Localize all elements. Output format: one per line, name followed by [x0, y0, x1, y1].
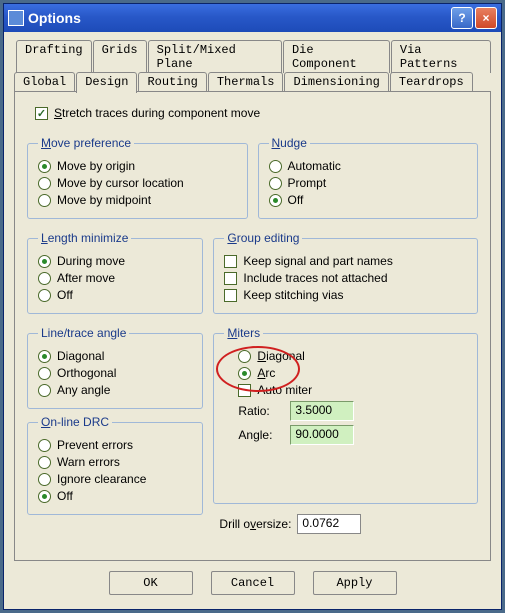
radio-drc-ignore[interactable]: Ignore clearance	[38, 472, 192, 486]
radio-nudge-off[interactable]: Off	[269, 193, 468, 207]
miters-legend: Miters	[224, 326, 263, 340]
tabs: Drafting Grids Split/Mixed Plane Die Com…	[14, 40, 491, 561]
radio-angle-any[interactable]: Any angle	[38, 383, 192, 397]
app-icon	[8, 10, 24, 26]
line-trace-angle-legend: Line/trace angle	[38, 326, 129, 340]
group-editing-legend: Group editing	[224, 231, 302, 245]
nudge-legend: Nudge	[269, 136, 310, 150]
move-preference-group: Move preference Move by origin Move by c…	[27, 136, 248, 219]
radio-len-during[interactable]: During move	[38, 254, 192, 268]
radio-move-by-origin[interactable]: Move by origin	[38, 159, 237, 173]
ratio-input[interactable]: 3.5000	[290, 401, 354, 421]
check-icon: ✓	[35, 107, 48, 120]
chk-keep-signal-names[interactable]: ✓Keep signal and part names	[224, 254, 467, 268]
radio-angle-orthogonal[interactable]: Orthogonal	[38, 366, 192, 380]
group-editing-group: Group editing ✓Keep signal and part name…	[213, 231, 478, 314]
window-title: Options	[28, 10, 451, 26]
online-drc-legend: On-line DRC	[38, 415, 112, 429]
radio-nudge-prompt[interactable]: Prompt	[269, 176, 468, 190]
tab-split-mixed-plane[interactable]: Split/Mixed Plane	[148, 40, 282, 73]
tab-design[interactable]: Design	[76, 72, 137, 93]
radio-move-by-cursor[interactable]: Move by cursor location	[38, 176, 237, 190]
angle-label: Angle:	[238, 428, 282, 442]
tab-panel-design: ✓ Stretch traces during component move M…	[14, 91, 491, 561]
line-trace-angle-group: Line/trace angle Diagonal Orthogonal Any…	[27, 326, 203, 409]
miters-group: Miters Diagonal Arc ✓Auto miter Ratio: 3…	[213, 326, 478, 504]
stretch-traces-checkbox[interactable]: ✓ Stretch traces during component move	[35, 106, 478, 120]
options-window: Options ? × Drafting Grids Split/Mixed P…	[3, 3, 502, 610]
tab-drafting[interactable]: Drafting	[16, 40, 92, 73]
radio-len-off[interactable]: Off	[38, 288, 192, 302]
drill-oversize-input[interactable]: 0.0762	[297, 514, 361, 534]
tab-global[interactable]: Global	[14, 72, 75, 91]
chk-keep-stitching-vias[interactable]: ✓Keep stitching vias	[224, 288, 467, 302]
ok-button[interactable]: OK	[109, 571, 193, 595]
radio-miters-diagonal[interactable]: Diagonal	[238, 349, 467, 363]
ratio-label: Ratio:	[238, 404, 282, 418]
apply-button[interactable]: Apply	[313, 571, 397, 595]
length-minimize-legend: Length minimize	[38, 231, 131, 245]
chk-include-traces[interactable]: ✓Include traces not attached	[224, 271, 467, 285]
radio-drc-off[interactable]: Off	[38, 489, 192, 503]
tab-grids[interactable]: Grids	[93, 40, 147, 73]
nudge-group: Nudge Automatic Prompt Off	[258, 136, 479, 219]
tab-routing[interactable]: Routing	[138, 72, 206, 91]
online-drc-group: On-line DRC Prevent errors Warn errors I…	[27, 415, 203, 515]
tab-dimensioning[interactable]: Dimensioning	[284, 72, 388, 91]
radio-len-after[interactable]: After move	[38, 271, 192, 285]
tab-thermals[interactable]: Thermals	[208, 72, 284, 91]
close-button[interactable]: ×	[475, 7, 497, 29]
tab-teardrops[interactable]: Teardrops	[390, 72, 473, 91]
titlebar: Options ? ×	[4, 4, 501, 32]
radio-miters-arc[interactable]: Arc	[238, 366, 467, 380]
radio-move-by-midpoint[interactable]: Move by midpoint	[38, 193, 237, 207]
help-button[interactable]: ?	[451, 7, 473, 29]
radio-drc-prevent[interactable]: Prevent errors	[38, 438, 192, 452]
drill-oversize-label: Drill oversize:	[219, 517, 291, 531]
radio-angle-diagonal[interactable]: Diagonal	[38, 349, 192, 363]
button-bar: OK Cancel Apply	[14, 561, 491, 599]
move-preference-legend: Move preference	[38, 136, 134, 150]
radio-nudge-automatic[interactable]: Automatic	[269, 159, 468, 173]
tab-via-patterns[interactable]: Via Patterns	[391, 40, 491, 73]
chk-auto-miter[interactable]: ✓Auto miter	[238, 383, 467, 397]
length-minimize-group: Length minimize During move After move O…	[27, 231, 203, 314]
cancel-button[interactable]: Cancel	[211, 571, 295, 595]
radio-drc-warn[interactable]: Warn errors	[38, 455, 192, 469]
tab-die-component[interactable]: Die Component	[283, 40, 390, 73]
angle-input[interactable]: 90.0000	[290, 425, 354, 445]
